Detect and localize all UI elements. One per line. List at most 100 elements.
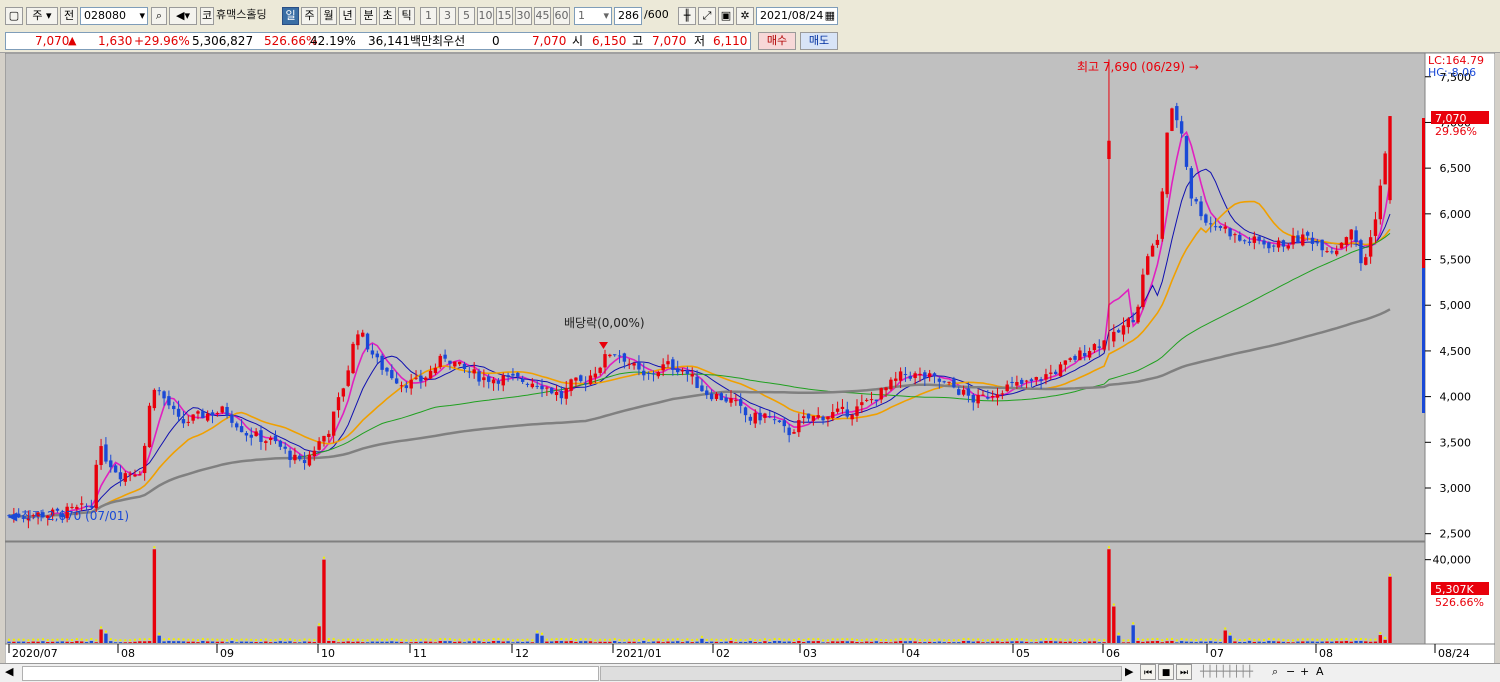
zoom-slider[interactable]: ┼┼┼┼┼┼┼┼ (1200, 664, 1270, 682)
search-icon[interactable]: ⌕ (151, 7, 167, 25)
volume-marker (1316, 638, 1319, 641)
volume-bar (1024, 641, 1029, 643)
volume-marker (1214, 638, 1217, 641)
zoom-in-icon[interactable]: + (1300, 664, 1312, 682)
prio-qty-value: 0 (492, 34, 500, 48)
buy-button[interactable]: 매수 (758, 32, 796, 50)
candle-body (1262, 240, 1266, 245)
stock-code-input[interactable]: 028080 ▾ (80, 7, 148, 25)
volume-marker (1151, 638, 1154, 641)
chart-area[interactable]: 2,500 3,000 3,500 4,000 4,500 5,000 5,500 6,000… (5, 53, 1495, 664)
period-month-button[interactable]: 월 (320, 7, 337, 25)
period-week-button[interactable]: 주 (301, 7, 318, 25)
interval-5-button[interactable]: 5 (458, 7, 475, 25)
volume-bar (966, 640, 971, 643)
candle-body (1242, 240, 1247, 242)
volume-bar (1238, 641, 1242, 643)
chart-type-icon[interactable]: ▢ (5, 7, 23, 25)
sell-button[interactable]: 매도 (800, 32, 838, 50)
candle-body (627, 363, 631, 365)
volume-bar (167, 640, 171, 643)
volume-bar (835, 641, 840, 643)
candle-body (864, 399, 869, 401)
stock-chart[interactable]: 2,500 3,000 3,500 4,000 4,500 5,000 5,500 6,000… (5, 53, 1495, 664)
price-tick-label: 2,500 (1440, 528, 1472, 541)
candle-body (1136, 306, 1140, 323)
interval-3-button[interactable]: 3 (439, 7, 456, 25)
interval-60-button[interactable]: 60 (553, 7, 570, 25)
volume-marker (1292, 639, 1295, 642)
volume-bar (370, 641, 375, 643)
volume-marker (943, 639, 946, 642)
volume-bar (1320, 641, 1324, 643)
date-input[interactable]: 2021/08/24 ▦ (756, 7, 838, 25)
period-tick-button[interactable]: 틱 (398, 7, 415, 25)
volume-bar (365, 642, 370, 643)
interval-45-button[interactable]: 45 (534, 7, 551, 25)
period-minute-button[interactable]: 분 (360, 7, 377, 25)
view-toggle-button[interactable]: 전 (60, 7, 78, 25)
save-icon[interactable]: ▣ (718, 7, 734, 25)
volume-marker (492, 637, 495, 640)
scroll-left-icon[interactable]: ◀ (5, 664, 19, 682)
candle-body (903, 374, 908, 376)
volume-bar (685, 641, 690, 643)
volume-bar (176, 641, 181, 643)
period-year-button[interactable]: 년 (339, 7, 356, 25)
volume-bar (642, 640, 646, 643)
volume-bar (1305, 641, 1310, 643)
volume-bar (1354, 640, 1358, 643)
candle-body (302, 460, 307, 464)
period-second-button[interactable]: 초 (379, 7, 396, 25)
volume-marker (56, 638, 59, 641)
interval-10-button[interactable]: 10 (477, 7, 494, 25)
zoom-icon[interactable]: ⌕ (1272, 664, 1284, 682)
volume-bar (99, 629, 103, 643)
candle-body (1160, 191, 1164, 239)
line-tool-icon[interactable]: ⤢ (698, 7, 716, 25)
count-input[interactable]: 286 (614, 7, 642, 25)
volume-bar (36, 641, 40, 643)
volume-marker (909, 638, 912, 641)
volume-marker (613, 637, 616, 640)
interval-1-button[interactable]: 1 (420, 7, 437, 25)
volume-marker (1282, 638, 1285, 641)
volume-bar (661, 642, 665, 643)
interval-15-button[interactable]: 15 (496, 7, 513, 25)
candle-body (1272, 245, 1276, 247)
bottom-scrollbar[interactable]: ◀ ▶ ⏮ ■ ⏭ ┼┼┼┼┼┼┼┼ ⌕ − + A (0, 663, 1500, 682)
volume-marker (1112, 603, 1115, 606)
auto-scale-icon[interactable]: A (1316, 664, 1328, 682)
volume-bar (1388, 576, 1392, 643)
last-icon[interactable]: ⏭ (1176, 664, 1192, 680)
first-icon[interactable]: ⏮ (1140, 664, 1156, 680)
volume-marker (303, 638, 306, 641)
interval-30-button[interactable]: 30 (515, 7, 532, 25)
scroll-thumb[interactable] (600, 666, 1122, 681)
volume-marker (759, 639, 762, 642)
volume-bar (448, 641, 452, 643)
interval-select[interactable]: 1 ▾ (574, 7, 612, 25)
candle-body (409, 379, 413, 389)
volume-bar (419, 641, 423, 643)
volume-bar (239, 641, 244, 643)
period-day-button[interactable]: 일 (282, 7, 299, 25)
volume-bar (666, 641, 670, 643)
scroll-right-icon[interactable]: ▶ (1125, 664, 1139, 682)
volume-marker (725, 638, 728, 641)
candle-style-icon[interactable]: ╫ (678, 7, 696, 25)
scroll-track[interactable] (22, 666, 599, 681)
candle-body (157, 390, 161, 392)
volume-bar (792, 641, 796, 643)
volume-bar (1209, 641, 1213, 643)
stop-icon[interactable]: ■ (1158, 664, 1174, 680)
candle-body (307, 454, 312, 466)
candle-body (1305, 232, 1310, 236)
speaker-icon[interactable]: ◀▾ (169, 7, 197, 25)
exchange-button[interactable]: 코 (200, 7, 214, 25)
zoom-out-icon[interactable]: − (1286, 664, 1298, 682)
volume-bar (230, 641, 234, 643)
candle-body (283, 446, 287, 449)
market-type-select[interactable]: 주 ▾ (26, 7, 58, 25)
settings-gear-icon[interactable]: ✲ (736, 7, 754, 25)
